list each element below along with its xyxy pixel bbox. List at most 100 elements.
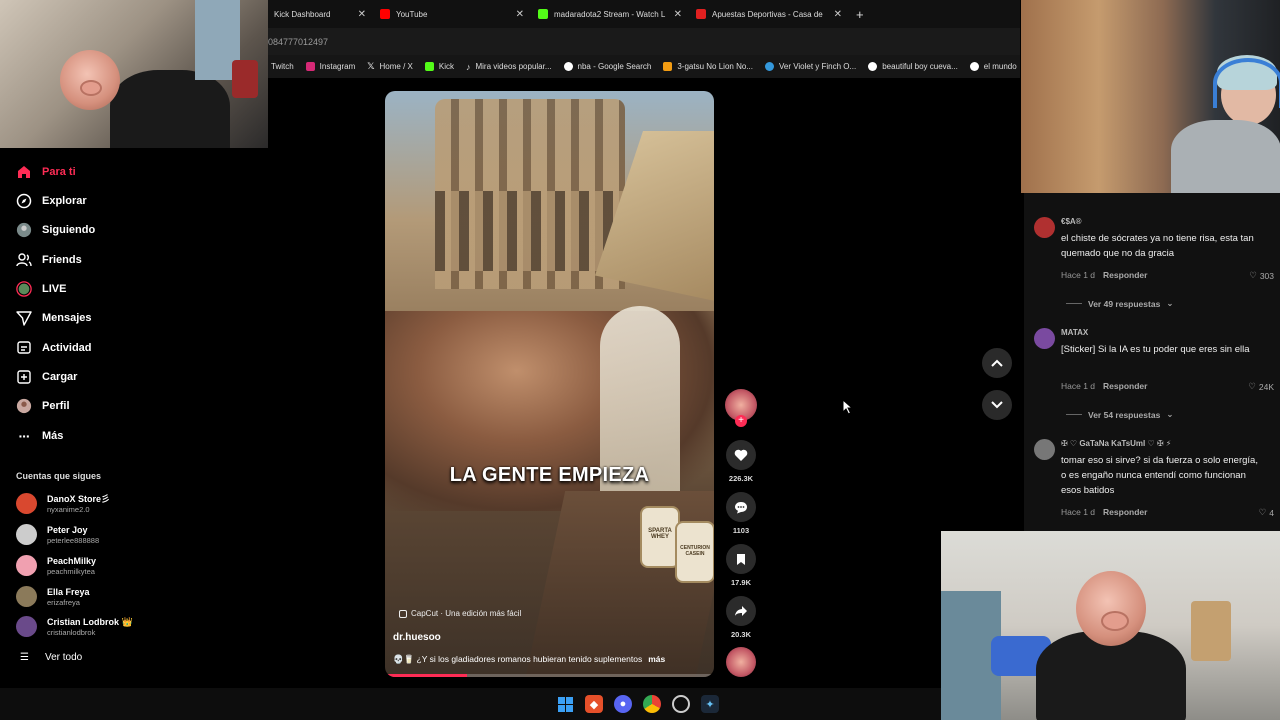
view-replies-label: Ver 54 respuestas	[1088, 409, 1161, 420]
discord-icon[interactable]: ●	[614, 695, 632, 713]
tab-label: Apuestas Deportivas - Casa de	[712, 9, 823, 19]
reply-button[interactable]: Responder	[1103, 381, 1147, 391]
nav-mensajes[interactable]: Mensajes	[16, 310, 92, 326]
avatar[interactable]	[1034, 328, 1055, 349]
comment-username[interactable]: MATAX	[1061, 328, 1088, 337]
bookmark-violet-finch[interactable]: Ver Violet y Finch O...	[764, 62, 856, 71]
bookmark-tiktok[interactable]: ♪ Mira videos popular...	[466, 62, 552, 72]
bookmark-instagram[interactable]: Instagram	[305, 62, 355, 71]
tab-label: madaradota2 Stream - Watch L	[554, 9, 666, 19]
bookmark-x[interactable]: 𝕏 Home / X	[367, 61, 413, 72]
chevron-down-icon	[991, 396, 1003, 414]
nav-friends[interactable]: Friends	[16, 252, 82, 268]
heart-outline-icon: ♡	[1248, 381, 1256, 391]
tab-label: YouTube	[396, 9, 428, 19]
nav-explorar[interactable]: Explorar	[16, 193, 87, 209]
instagram-icon	[305, 62, 315, 71]
comment-like-count: 303	[1259, 270, 1274, 281]
next-video-button[interactable]	[982, 390, 1012, 420]
bookmark-nba[interactable]: nba - Google Search	[563, 62, 651, 71]
address-bar[interactable]: 084777012497	[268, 28, 1020, 55]
crunchyroll-icon	[663, 62, 673, 71]
followed-account[interactable]: DanoX Store彡 nyxanime2.0	[16, 493, 110, 514]
bookmark-beautiful-boy[interactable]: beautiful boy cueva...	[868, 62, 958, 71]
brave-icon[interactable]: ◆	[585, 695, 603, 713]
account-handle: cristianlodbrok	[47, 627, 96, 637]
share-button[interactable]: 20.3K	[724, 596, 758, 639]
tab-youtube[interactable]: YouTube ✕	[374, 0, 532, 28]
music-disc[interactable]	[724, 647, 758, 677]
nav-label: Mensajes	[42, 312, 92, 324]
share-count: 20.3K	[730, 630, 751, 639]
like-count: 226.3K	[728, 474, 754, 483]
avatar[interactable]	[1034, 217, 1055, 238]
windows-start-icon[interactable]	[556, 695, 574, 713]
comment-username[interactable]: ✠ ♡ GaTaNa KaTsUmI ♡ ✠ ⚡	[1061, 439, 1171, 448]
tab-madaradota2[interactable]: madaradota2 Stream - Watch L ✕	[532, 0, 690, 28]
nav-cargar[interactable]: Cargar	[16, 369, 77, 385]
avatar	[16, 616, 37, 637]
video-progress-bar[interactable]	[385, 674, 714, 677]
new-tab-button[interactable]: +	[856, 7, 864, 22]
chrome-icon[interactable]	[643, 695, 661, 713]
steam-icon[interactable]: ✦	[701, 695, 719, 713]
list-icon: ☰	[20, 652, 29, 663]
nav-label: Perfil	[42, 400, 70, 412]
more-link[interactable]: más	[648, 654, 665, 664]
bookmark-el-mundo[interactable]: el mundo	[969, 62, 1017, 71]
heart-outline-icon: ♡	[1258, 507, 1267, 517]
comment-username[interactable]: €$A®	[1061, 217, 1082, 226]
video-overlay-caption: LA GENTE EMPIEZA	[449, 464, 650, 486]
nav-perfil[interactable]: Perfil	[16, 398, 70, 414]
account-handle: nyxanime2.0	[47, 504, 90, 514]
close-icon[interactable]: ✕	[674, 9, 682, 20]
creator-avatar[interactable]: +	[724, 389, 758, 427]
bookmark-kick[interactable]: Kick	[424, 62, 454, 71]
google-icon	[563, 62, 573, 71]
nav-live[interactable]: LIVE	[16, 281, 66, 297]
follow-plus-icon[interactable]: +	[735, 415, 747, 427]
heart-outline-icon: ♡	[1249, 270, 1257, 280]
close-icon[interactable]: ✕	[358, 9, 366, 20]
nav-label: Explorar	[42, 195, 87, 207]
save-button[interactable]: 17.9K	[724, 544, 758, 587]
video-description: 💀🥛 ¿Y si los gladiadores romanos hubiera…	[393, 654, 665, 665]
obs-icon[interactable]	[672, 695, 690, 713]
video-author[interactable]: dr.huesoo	[393, 632, 441, 643]
view-replies-button[interactable]: Ver 54 respuestas ⌄	[1066, 409, 1173, 420]
bookmark-3gatsu[interactable]: 3-gatsu No Lion No...	[663, 62, 753, 71]
nav-para-ti[interactable]: Para ti	[16, 164, 76, 180]
nav-mas[interactable]: ··· Más	[16, 428, 64, 444]
followed-account[interactable]: PeachMilky peachmilkytea	[16, 555, 96, 576]
view-replies-button[interactable]: Ver 49 respuestas ⌄	[1066, 298, 1173, 309]
comment-like-button[interactable]: ♡ 4	[1259, 507, 1274, 518]
comment-icon	[726, 492, 756, 522]
chevron-down-icon: ⌄	[1166, 409, 1174, 419]
video-frame-stall	[524, 491, 714, 677]
video-player[interactable]: SPARTA WHEY CENTURION CASEIN LA GENTE EM…	[385, 91, 714, 677]
comment-like-button[interactable]: ♡ 24K	[1248, 381, 1274, 392]
followed-account[interactable]: Peter Joy peterlee888888	[16, 524, 99, 545]
like-button[interactable]: 226.3K	[724, 440, 758, 483]
previous-video-button[interactable]	[982, 348, 1012, 378]
close-icon[interactable]: ✕	[834, 9, 842, 20]
upload-icon	[16, 369, 32, 385]
reply-button[interactable]: Responder	[1103, 270, 1147, 280]
followed-account[interactable]: Ella Freya erizafreya	[16, 586, 90, 607]
bookmark-twitch[interactable]: Twitch	[271, 62, 294, 71]
nav-siguiendo[interactable]: Siguiendo	[16, 222, 95, 238]
tab-apuestas[interactable]: Apuestas Deportivas - Casa de ✕	[690, 0, 850, 28]
followed-account[interactable]: Cristian Lodbrok 👑 cristianlodbrok	[16, 616, 133, 637]
avatar[interactable]	[1034, 439, 1055, 460]
tab-kick-dashboard[interactable]: Kick Dashboard ✕	[268, 0, 374, 28]
comment-like-button[interactable]: ♡ 303	[1249, 270, 1274, 281]
tab-label: Kick Dashboard	[274, 9, 331, 19]
nav-actividad[interactable]: Actividad	[16, 340, 92, 356]
close-icon[interactable]: ✕	[516, 9, 524, 20]
chevron-down-icon: ⌄	[1166, 298, 1174, 308]
capcut-link[interactable]: CapCut · Una edición más fácil	[399, 609, 521, 618]
kick-icon	[538, 9, 548, 19]
reply-button[interactable]: Responder	[1103, 507, 1147, 517]
comment-button[interactable]: 1103	[724, 492, 758, 535]
see-all-button[interactable]: ☰ Ver todo	[20, 652, 82, 663]
